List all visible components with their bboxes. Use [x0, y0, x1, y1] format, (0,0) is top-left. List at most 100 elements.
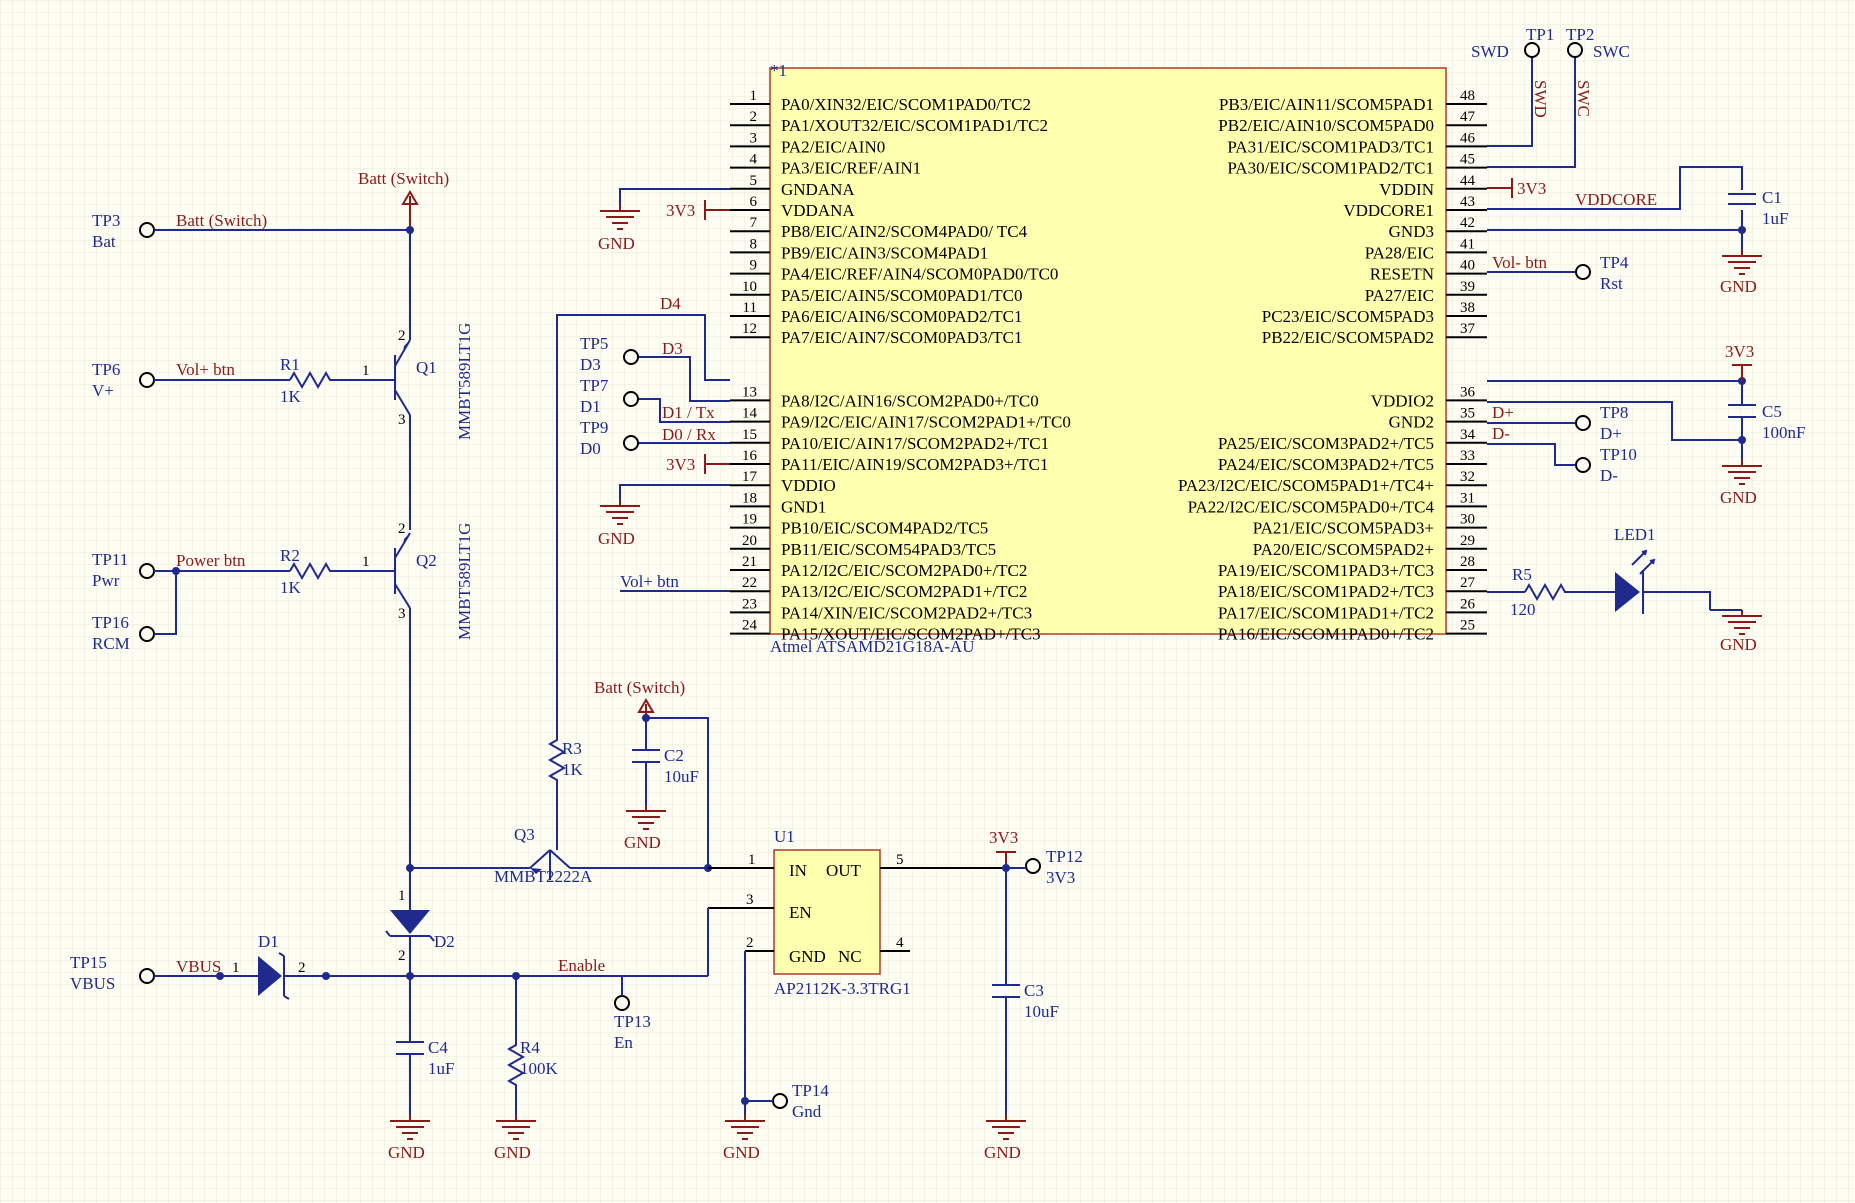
pin-number: 7	[750, 215, 758, 231]
c5-ref: C5	[1762, 402, 1782, 421]
pin-number: 2	[750, 109, 758, 125]
r4-value: 100K	[520, 1059, 559, 1078]
mcu-designator: *1	[770, 61, 787, 80]
pin-name: PB2/EIC/AIN10/SCOM5PAD0	[1218, 116, 1434, 135]
net-d-plus-label: D+	[1492, 403, 1514, 422]
tp2-ref: TP2	[1566, 25, 1594, 44]
svg-text:4: 4	[896, 935, 904, 951]
q2-ref: Q2	[416, 551, 437, 570]
gnd-label: GND	[624, 833, 661, 852]
tp8-net: D+	[1600, 424, 1622, 443]
pin-number: 25	[1460, 618, 1475, 634]
pin-number: 10	[742, 279, 757, 295]
net-d3-label: D3	[662, 339, 683, 358]
net-power-btn-label: Power btn	[176, 551, 246, 570]
tp5-net: D3	[580, 355, 601, 374]
pin-number: 39	[1460, 279, 1475, 295]
r1-ref: R1	[280, 355, 300, 374]
gnd-label: GND	[723, 1143, 760, 1162]
pin-name: PA11/EIC/AIN19/SCOM2PAD3+/TC1	[781, 455, 1048, 474]
pin-number: 30	[1460, 512, 1475, 528]
pin-number: 5	[750, 173, 758, 189]
net-d-minus-label: D-	[1492, 424, 1510, 443]
svg-text:OUT: OUT	[826, 861, 862, 880]
svg-text:5: 5	[896, 852, 904, 868]
q3-part: MMBT2222A	[494, 867, 593, 886]
tp15-net: VBUS	[70, 974, 115, 993]
tp13-ref: TP13	[614, 1012, 651, 1031]
q2-part: MMBT589LT1G	[455, 523, 474, 640]
tp12-ref: TP12	[1046, 847, 1083, 866]
pin-name: PA31/EIC/SCOM1PAD3/TC1	[1227, 137, 1434, 156]
pin-number: 13	[742, 384, 757, 400]
c3-value: 10uF	[1024, 1002, 1059, 1021]
pin-number: 35	[1460, 406, 1475, 422]
svg-text:1: 1	[748, 852, 756, 868]
svg-text:EN: EN	[789, 903, 812, 922]
net-d1-tx-label: D1 / Tx	[662, 403, 715, 422]
pin-name: PA1/XOUT32/EIC/SCOM1PAD1/TC2	[781, 116, 1048, 135]
pin-name: PA27/EIC	[1365, 286, 1434, 305]
tp14-ref: TP14	[792, 1081, 829, 1100]
gnd-label: GND	[1720, 488, 1757, 507]
svg-text:3: 3	[398, 412, 406, 428]
tp10-net: D-	[1600, 466, 1618, 485]
pin-name: PA5/EIC/AIN5/SCOM0PAD1/TC0	[781, 286, 1023, 305]
pin-name: PA23/I2C/EIC/SCOM5PAD1+/TC4+	[1178, 476, 1434, 495]
net-swd-label: SWD	[1531, 80, 1550, 118]
svg-text:2: 2	[298, 960, 306, 976]
pin-name: PA12/I2C/EIC/SCOM2PAD0+/TC2	[781, 561, 1027, 580]
pin-number: 47	[1460, 109, 1476, 125]
tp7-net: D1	[580, 397, 601, 416]
pin-name: PA8/I2C/AIN16/SCOM2PAD0+/TC0	[781, 391, 1039, 410]
pin-name: PA0/XIN32/EIC/SCOM1PAD0/TC2	[781, 95, 1031, 114]
pin-name: PA28/EIC	[1365, 243, 1434, 262]
pin-number: 38	[1460, 300, 1475, 316]
mcu-u-star1[interactable]: *1 Atmel ATSAMD21G18A-AU 1 PA0/XIN32/EIC/…	[730, 61, 1487, 656]
pin-name: PA21/EIC/SCOM5PAD3+	[1253, 519, 1434, 538]
gnd-label: GND	[598, 529, 635, 548]
tp2-net: SWC	[1593, 42, 1630, 61]
pin-number: 42	[1460, 215, 1475, 231]
schematic-sheet: *1 Atmel ATSAMD21G18A-AU 1 PA0/XIN32/EIC/…	[0, 0, 1855, 1203]
svg-text:1: 1	[362, 554, 370, 570]
r5-value: 120	[1510, 600, 1536, 619]
pin-name: GND3	[1389, 222, 1434, 241]
pin-name: PA14/XIN/EIC/SCOM2PAD2+/TC3	[781, 603, 1032, 622]
v3v3-label: 3V3	[1725, 342, 1754, 361]
pin-number: 19	[742, 512, 757, 528]
v3v3-label: 3V3	[666, 201, 695, 220]
svg-text:2: 2	[398, 328, 406, 344]
pin-name: PB10/EIC/SCOM4PAD2/TC5	[781, 519, 988, 538]
r5-ref: R5	[1512, 565, 1532, 584]
d1-ref: D1	[258, 932, 279, 951]
r1-value: 1K	[280, 387, 302, 406]
pin-name: PA22/I2C/EIC/SCOM5PAD0+/TC4	[1188, 497, 1435, 516]
svg-text:1: 1	[398, 888, 406, 904]
pin-number: 27	[1460, 575, 1476, 591]
r2-value: 1K	[280, 578, 302, 597]
pin-number: 46	[1460, 130, 1476, 146]
led1-ref: LED1	[1614, 525, 1656, 544]
pin-name: GND2	[1389, 413, 1434, 432]
pin-name: PB3/EIC/AIN11/SCOM5PAD1	[1219, 95, 1434, 114]
net-vol-plus-label: Vol+ btn	[620, 572, 679, 591]
pin-name: PB22/EIC/SCOM5PAD2	[1262, 328, 1434, 347]
pin-number: 4	[750, 152, 758, 168]
pin-number: 11	[743, 300, 757, 316]
tp16-ref: TP16	[92, 613, 129, 632]
pin-name: PA7/EIC/AIN7/SCOM0PAD3/TC1	[781, 328, 1023, 347]
pin-number: 28	[1460, 554, 1475, 570]
tp6-net: V+	[92, 381, 114, 400]
net-batt-switch-label: Batt (Switch)	[176, 211, 267, 230]
gnd-label: GND	[1720, 277, 1757, 296]
pin-name: PA13/I2C/EIC/SCOM2PAD1+/TC2	[781, 582, 1027, 601]
pin-number: 22	[742, 575, 757, 591]
pin-number: 29	[1460, 533, 1475, 549]
v3v3-label: 3V3	[989, 828, 1018, 847]
pin-number: 21	[742, 554, 757, 570]
pin-number: 3	[750, 130, 758, 146]
q1-part: MMBT589LT1G	[455, 323, 474, 440]
pin-name: PC23/EIC/SCOM5PAD3	[1262, 307, 1434, 326]
pin-name: PA20/EIC/SCOM5PAD2+	[1253, 540, 1434, 559]
